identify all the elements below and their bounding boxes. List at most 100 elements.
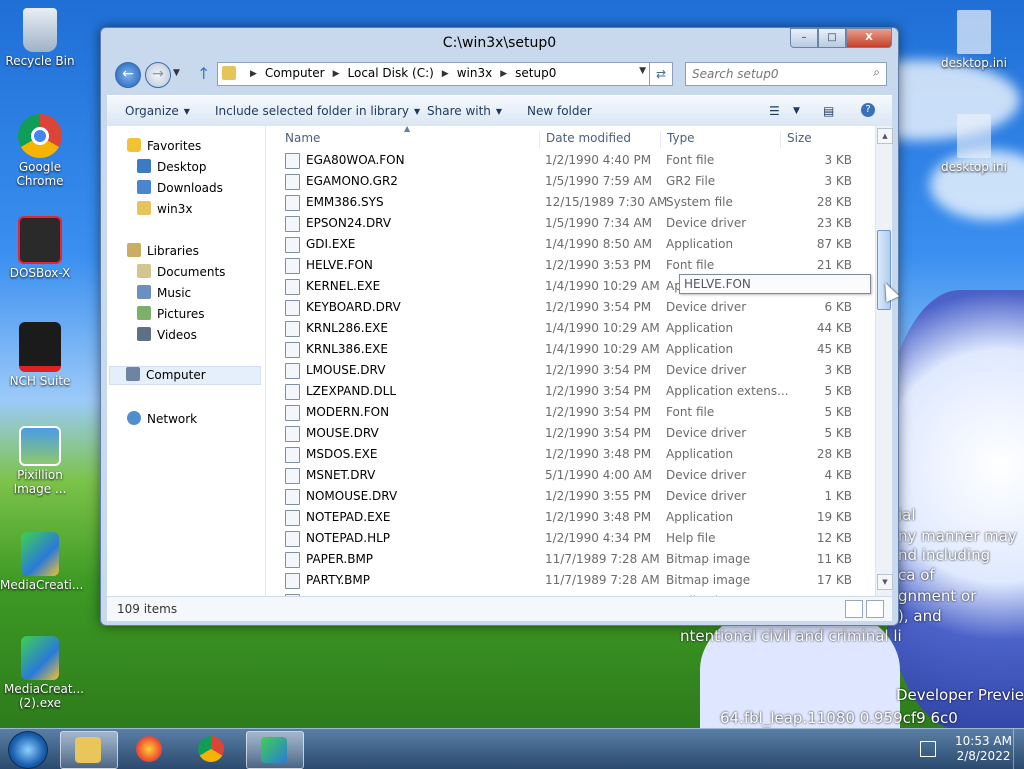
- minimize-button[interactable]: –: [790, 28, 818, 48]
- preview-pane-icon[interactable]: ▤: [823, 104, 834, 118]
- views-icon[interactable]: ☰: [769, 104, 780, 118]
- start-button[interactable]: [8, 731, 48, 769]
- taskbar-chrome[interactable]: [184, 731, 240, 767]
- views-dropdown[interactable]: ▼: [793, 106, 800, 116]
- file-row[interactable]: LMOUSE.DRV 1/2/1990 3:54 PM Device driver 3…: [269, 360, 859, 381]
- address-bar[interactable]: ▶ Computer ▶ Local Disk (C:) ▶ win3x ▶ s…: [217, 62, 651, 86]
- up-arrow-icon[interactable]: ↑: [197, 64, 210, 83]
- back-button[interactable]: ←: [115, 62, 141, 88]
- scroll-up-arrow[interactable]: ▲: [877, 128, 893, 144]
- search-input[interactable]: [686, 63, 864, 85]
- pixillion-icon: [19, 426, 61, 466]
- nav-libraries[interactable]: Libraries: [127, 243, 199, 258]
- address-dropdown[interactable]: ▼: [639, 66, 646, 76]
- column-header-date[interactable]: Date modified: [539, 131, 631, 148]
- file-type: Application: [666, 237, 734, 251]
- file-row[interactable]: PARTY.BMP 11/7/1989 7:28 AM Bitmap image 17…: [269, 570, 859, 591]
- file-row[interactable]: KRNL386.EXE 1/4/1990 10:29 AM Application 4…: [269, 339, 859, 360]
- search-box[interactable]: ⌕: [685, 62, 887, 86]
- file-name: KRNL386.EXE: [306, 342, 388, 356]
- file-row[interactable]: EGA80WOA.FON 1/2/1990 4:40 PM Font file 3 K…: [269, 150, 859, 171]
- breadcrumb-separator[interactable]: ▶: [442, 66, 449, 82]
- desktop-icon-desktop-ini[interactable]: desktop.ini: [934, 10, 1014, 70]
- file-date-modified: 11/7/1989 7:28 AM: [545, 573, 660, 587]
- file-row[interactable]: LZEXPAND.DLL 1/2/1990 3:54 PM Application …: [269, 381, 859, 402]
- desktop-icon-recycle-bin[interactable]: Recycle Bin: [0, 8, 80, 68]
- nav-videos[interactable]: Videos: [137, 327, 197, 342]
- large-icons-view-icon[interactable]: [866, 600, 884, 618]
- file-row[interactable]: EPSON24.DRV 1/5/1990 7:34 AM Device driver…: [269, 213, 859, 234]
- file-row[interactable]: NOTEPAD.HLP 1/2/1990 4:34 PM Help file 12 K…: [269, 528, 859, 549]
- nav-favorites[interactable]: Favorites: [127, 138, 201, 153]
- breadcrumb-separator[interactable]: ▶: [250, 66, 257, 82]
- breadcrumb-computer[interactable]: Computer: [265, 66, 325, 82]
- column-header-type[interactable]: Type: [660, 131, 695, 148]
- nav-desktop[interactable]: Desktop: [137, 159, 207, 174]
- nav-network[interactable]: Network: [127, 411, 197, 426]
- file-row[interactable]: EMM386.SYS 12/15/1989 7:30 AM System file 2…: [269, 192, 859, 213]
- watermark-line: ny manner may: [898, 527, 1017, 545]
- breadcrumb-win3x[interactable]: win3x: [457, 66, 493, 82]
- firefox-icon: [136, 736, 162, 762]
- desktop-icon-mediacreation[interactable]: MediaCreati...: [0, 532, 83, 592]
- taskbar-explorer[interactable]: [60, 731, 118, 769]
- file-row[interactable]: GDI.EXE 1/4/1990 8:50 AM Application 87 KB: [269, 234, 859, 255]
- clock[interactable]: 10:53 AM 2/8/2022: [955, 734, 1012, 764]
- watermark-line: ), and: [898, 607, 942, 625]
- nav-documents[interactable]: Documents: [137, 264, 225, 279]
- desktop-icon-google-chrome[interactable]: Google Chrome: [0, 114, 80, 188]
- file-row[interactable]: KRNL286.EXE 1/4/1990 10:29 AM Application 4…: [269, 318, 859, 339]
- breadcrumb-setup0[interactable]: setup0: [515, 66, 556, 82]
- action-center-flag-icon[interactable]: [920, 741, 936, 757]
- help-icon[interactable]: ?: [861, 103, 875, 117]
- file-row[interactable]: PAPER.BMP 11/7/1989 7:28 AM Bitmap image 11…: [269, 549, 859, 570]
- file-row[interactable]: KEYBOARD.DRV 1/2/1990 3:54 PM Device drive…: [269, 297, 859, 318]
- file-row[interactable]: NOTEPAD.EXE 1/2/1990 3:48 PM Application 19…: [269, 507, 859, 528]
- nav-music[interactable]: Music: [137, 285, 191, 300]
- organize-button[interactable]: Organize ▼: [125, 104, 190, 118]
- scroll-down-arrow[interactable]: ▼: [877, 574, 893, 590]
- vertical-scrollbar[interactable]: ▲ ▼: [875, 126, 893, 596]
- file-row[interactable]: MOUSE.DRV 1/2/1990 3:54 PM Device driver 5 …: [269, 423, 859, 444]
- close-button[interactable]: X: [846, 28, 892, 48]
- file-name: NOTEPAD.EXE: [306, 510, 391, 524]
- file-row[interactable]: MSDOS.EXE 1/2/1990 3:48 PM Application 28 K…: [269, 444, 859, 465]
- file-type: Bitmap image: [666, 573, 751, 587]
- file-row[interactable]: MODERN.FON 1/2/1990 3:54 PM Font file 5 KB: [269, 402, 859, 423]
- nav-computer[interactable]: Computer: [109, 366, 261, 385]
- desktop-icon-pixillion[interactable]: Pixillion Image ...: [0, 426, 80, 496]
- nav-pictures[interactable]: Pictures: [137, 306, 205, 321]
- title-bar[interactable]: C:\win3x\setup0 – □ X: [101, 28, 898, 56]
- desktop-icon-nch-suite[interactable]: NCH Suite: [0, 322, 80, 388]
- file-type: Font file: [666, 153, 715, 167]
- show-desktop-button[interactable]: [1013, 729, 1024, 769]
- desktop-icon-desktop-ini-2[interactable]: desktop.ini: [934, 114, 1014, 174]
- file-row[interactable]: EGAMONO.GR2 1/5/1990 7:59 AM GR2 File 3 KB: [269, 171, 859, 192]
- column-header-name[interactable]: Name: [279, 131, 320, 148]
- refresh-icon[interactable]: ⇄: [649, 62, 673, 86]
- share-with-button[interactable]: Share with ▼: [427, 104, 502, 118]
- search-icon[interactable]: ⌕: [873, 65, 880, 80]
- new-folder-button[interactable]: New folder: [527, 104, 592, 118]
- file-icon: [285, 426, 300, 442]
- taskbar-mediacreation[interactable]: [246, 731, 304, 769]
- maximize-button[interactable]: □: [818, 28, 846, 48]
- nav-downloads[interactable]: Downloads: [137, 180, 223, 195]
- explorer-window[interactable]: C:\win3x\setup0 – □ X ← → ▼ ↑ ▶ Computer…: [100, 27, 899, 626]
- file-row[interactable]: NOMOUSE.DRV 1/2/1990 3:55 PM Device driver…: [269, 486, 859, 507]
- file-row[interactable]: MSNET.DRV 5/1/1990 4:00 AM Device driver 4 …: [269, 465, 859, 486]
- details-view-icon[interactable]: [845, 600, 863, 618]
- nav-win3x[interactable]: win3x: [137, 201, 193, 216]
- breadcrumb-separator[interactable]: ▶: [333, 66, 340, 82]
- file-row[interactable]: HELVE.FON 1/2/1990 3:53 PM Font file 21 KB: [269, 255, 859, 276]
- recent-pages-dropdown[interactable]: ▼: [173, 68, 180, 78]
- taskbar-firefox[interactable]: [122, 731, 178, 767]
- desktop-icon-dosbox-x[interactable]: DOSBox-X: [0, 216, 80, 280]
- column-header-size[interactable]: Size: [780, 131, 812, 148]
- breadcrumb-local-disk[interactable]: Local Disk (C:): [348, 66, 434, 82]
- breadcrumb-separator[interactable]: ▶: [500, 66, 507, 82]
- file-name: MSNET.DRV: [306, 468, 376, 482]
- desktop-icon-mediacreation-2[interactable]: MediaCreat... (2).exe: [0, 636, 84, 710]
- include-in-library-button[interactable]: Include selected folder in library ▼: [215, 104, 420, 118]
- forward-button[interactable]: →: [145, 62, 171, 88]
